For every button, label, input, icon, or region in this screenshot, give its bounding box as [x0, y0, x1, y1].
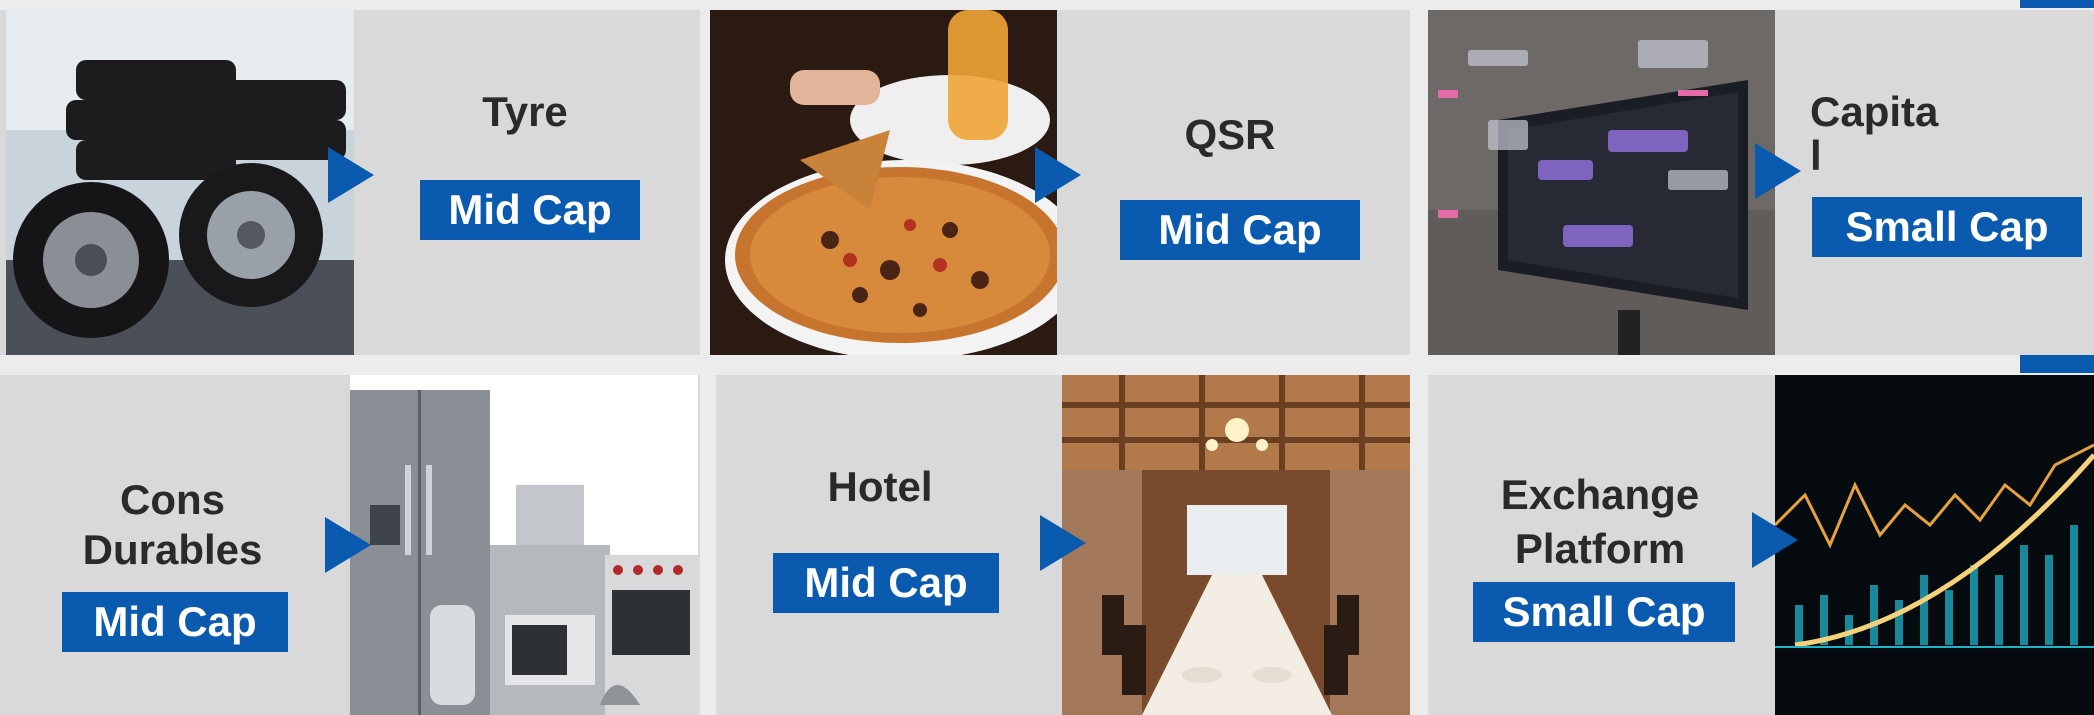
- touchscreen-ui-photo: [1428, 10, 1775, 355]
- arrow-icon: [328, 147, 374, 203]
- cap-badge: Small Cap: [1473, 582, 1735, 642]
- tile-title: Capita l: [1810, 90, 1939, 179]
- cap-badge: Mid Cap: [773, 553, 999, 613]
- tile-title: Exchange Platform: [1500, 471, 1700, 572]
- arrow-icon: [1752, 512, 1798, 568]
- cap-badge: Mid Cap: [62, 592, 288, 652]
- banquet-hall-photo: [1062, 375, 1410, 715]
- edge-accent: [2020, 355, 2094, 373]
- arrow-icon: [1755, 143, 1801, 199]
- arrow-icon: [1035, 147, 1081, 203]
- cap-badge: Small Cap: [1812, 197, 2082, 257]
- tile-title: Tyre: [482, 88, 568, 135]
- pizza-photo: [710, 10, 1057, 355]
- arrow-icon: [325, 517, 371, 573]
- tile-title: Cons Durables: [82, 476, 263, 573]
- arrow-icon: [1040, 515, 1086, 571]
- stock-chart-photo: [1775, 375, 2094, 715]
- tile-title: Hotel: [827, 463, 933, 510]
- cap-badge: Mid Cap: [420, 180, 640, 240]
- tile-title: QSR: [1184, 111, 1276, 158]
- home-appliances-photo: [350, 375, 698, 715]
- edge-accent: [2020, 0, 2094, 8]
- cap-badge: Mid Cap: [1120, 200, 1360, 260]
- tyre-stack-photo: [6, 10, 354, 355]
